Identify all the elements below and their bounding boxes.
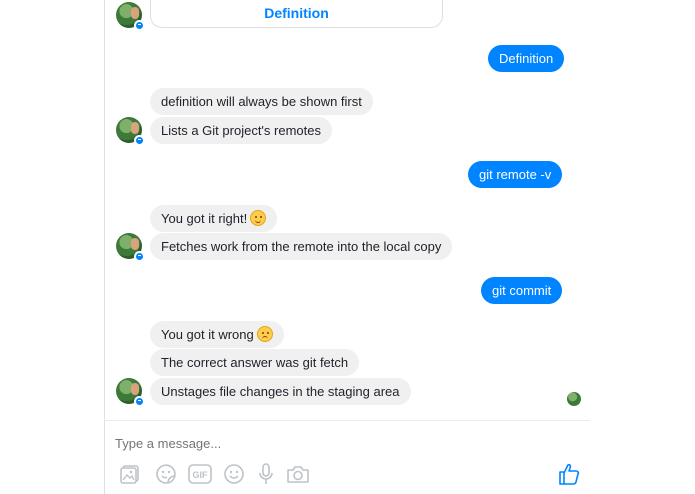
message-bubble-outgoing[interactable]: git commit [481, 277, 563, 304]
smiling-face-icon [250, 210, 267, 226]
composer-divider [104, 420, 590, 421]
quick-reply-card: Definition [150, 0, 443, 28]
bot-avatar[interactable] [116, 2, 145, 31]
camera-icon[interactable] [286, 463, 310, 485]
message-bubble-incoming[interactable]: definition will always be shown first [150, 88, 373, 115]
sticker-icon[interactable] [155, 463, 177, 485]
message-bubble-incoming[interactable]: Unstages file changes in the staging are… [150, 378, 411, 405]
message-text: You got it right! [161, 211, 248, 226]
message-bubble-incoming[interactable]: You got it wrong [150, 321, 284, 348]
microphone-icon[interactable] [258, 463, 274, 485]
messenger-badge-icon [134, 135, 145, 146]
bot-avatar[interactable] [116, 378, 145, 407]
emoji-icon[interactable] [223, 463, 245, 485]
message-input[interactable] [115, 436, 515, 451]
disappointed-face-icon [256, 326, 273, 342]
messenger-badge-icon [134, 251, 145, 262]
bot-avatar[interactable] [116, 233, 145, 262]
like-icon[interactable] [558, 462, 580, 491]
gif-icon[interactable]: GIF [188, 463, 212, 485]
message-bubble-incoming[interactable]: Fetches work from the remote into the lo… [150, 233, 453, 260]
message-text: You got it wrong [161, 327, 254, 342]
image-icon[interactable] [120, 463, 142, 485]
message-bubble-outgoing[interactable]: Definition [488, 45, 565, 72]
definition-card-button[interactable]: Definition [151, 5, 442, 21]
svg-text:GIF: GIF [193, 470, 209, 480]
message-bubble-incoming[interactable]: You got it right! [150, 205, 278, 232]
message-bubble-outgoing[interactable]: git remote -v [468, 161, 563, 188]
messenger-badge-icon [134, 20, 145, 31]
read-receipt-avatar [567, 392, 581, 406]
bot-avatar[interactable] [116, 117, 145, 146]
message-bubble-incoming[interactable]: The correct answer was git fetch [150, 349, 360, 376]
message-bubble-incoming[interactable]: Lists a Git project's remotes [150, 117, 332, 144]
messenger-badge-icon [134, 396, 145, 407]
